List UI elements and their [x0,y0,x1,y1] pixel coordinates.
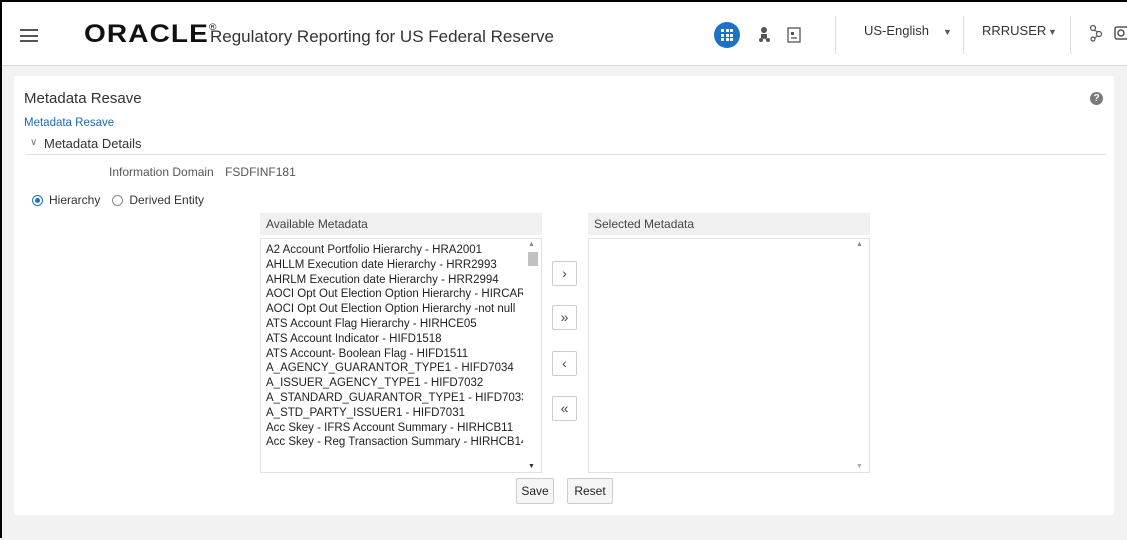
header-divider [1070,16,1071,54]
list-item[interactable]: ATS Account- Boolean Flag - HIFD1511 [266,347,523,362]
reset-button[interactable]: Reset [567,478,613,504]
user-dropdown-icon[interactable]: ▼ [1048,27,1057,37]
header-divider [963,16,964,54]
list-item[interactable]: ATS Account Indicator - HIFD1518 [266,332,523,347]
info-domain-label: Information Domain [109,165,214,179]
hierarchy-radio[interactable] [32,194,43,206]
share-icon[interactable] [1088,24,1104,42]
user-menu[interactable]: RRRUSER [982,23,1046,38]
app-title: Regulatory Reporting for US Federal Rese… [210,27,554,46]
scroll-down-icon[interactable]: ▼ [856,463,863,470]
list-item[interactable]: A_AGENCY_GUARANTOR_TYPE1 - HIFD7034 [266,361,523,376]
menu-icon[interactable] [20,29,38,42]
information-domain-row: Information Domain FSDFINF181 [109,165,296,179]
list-item[interactable]: AOCI Opt Out Election Option Hierarchy -… [266,287,523,302]
hierarchy-radio-label[interactable]: Hierarchy [49,193,100,207]
app-window: ORACLE® Regulatory Reporting for US Fede… [0,0,1127,540]
remove-all-button[interactable]: « [552,396,577,421]
list-item[interactable]: AHRLM Execution date Hierarchy - HRR2994 [266,273,523,288]
section-title: Metadata Details [44,136,142,151]
help-icon[interactable]: ? [1090,92,1103,105]
selected-metadata-list[interactable]: ▲ ▼ [588,238,870,473]
list-item[interactable]: A2 Account Portfolio Hierarchy - HRA2001 [266,243,523,258]
list-item[interactable]: A_STD_PARTY_ISSUER1 - HIFD7031 [266,406,523,421]
available-metadata-list[interactable]: A2 Account Portfolio Hierarchy - HRA2001… [260,238,542,473]
derived-entity-radio[interactable] [112,194,124,206]
document-icon[interactable] [785,25,803,45]
language-selector[interactable]: US-English [864,23,929,38]
scroll-thumb[interactable] [528,252,538,266]
oracle-logo: ORACLE® [84,20,218,48]
list-item[interactable]: AOCI Opt Out Election Option Hierarchy -… [266,302,523,317]
add-selected-button[interactable]: › [552,261,577,286]
save-button[interactable]: Save [516,478,554,504]
header-divider [835,16,836,54]
scroll-down-icon[interactable]: ▼ [528,463,535,470]
scroll-up-icon[interactable]: ▲ [528,241,535,248]
selected-metadata-header: Selected Metadata [588,213,870,235]
list-item[interactable]: A_ISSUER_AGENCY_TYPE1 - HIFD7032 [266,376,523,391]
breadcrumb[interactable]: Metadata Resave [24,117,114,129]
available-metadata-header: Available Metadata [260,213,542,235]
list-item[interactable]: AHLLM Execution date Hierarchy - HRR2993 [266,258,523,273]
remove-selected-button[interactable]: ‹ [552,351,577,376]
page-title: Metadata Resave [24,90,142,107]
metadata-details-section[interactable]: ∨ Metadata Details [26,133,1106,155]
metadata-panel: Metadata Resave ? Metadata Resave ∨ Meta… [14,76,1114,515]
list-item[interactable]: Acc Skey - Reg Transaction Summary - HIR… [266,435,523,450]
derived-entity-radio-label[interactable]: Derived Entity [129,193,204,207]
app-grid-icon[interactable] [714,22,740,48]
chevron-down-icon: ∨ [30,137,38,148]
metadata-type-radio-group: Hierarchy Derived Entity [32,193,216,207]
scroll-up-icon[interactable]: ▲ [856,241,863,248]
info-domain-value: FSDFINF181 [225,165,296,179]
add-all-button[interactable]: » [552,305,577,330]
app-header: ORACLE® Regulatory Reporting for US Fede… [2,2,1127,66]
content-area: Metadata Resave ? Metadata Resave ∨ Meta… [2,66,1127,540]
available-list-scrollbar[interactable]: ▲ ▼ [527,241,539,470]
list-item[interactable]: ATS Account Flag Hierarchy - HIRHCE05 [266,317,523,332]
users-icon[interactable] [756,25,776,45]
list-item[interactable]: A_STANDARD_GUARANTOR_TYPE1 - HIFD7033 [266,391,523,406]
selected-list-scrollbar[interactable]: ▲ ▼ [855,241,867,470]
camera-icon[interactable] [1114,25,1127,41]
list-item[interactable]: Acc Skey - IFRS Account Summary - HIRHCB… [266,421,523,436]
language-dropdown-icon[interactable]: ▼ [943,27,952,37]
